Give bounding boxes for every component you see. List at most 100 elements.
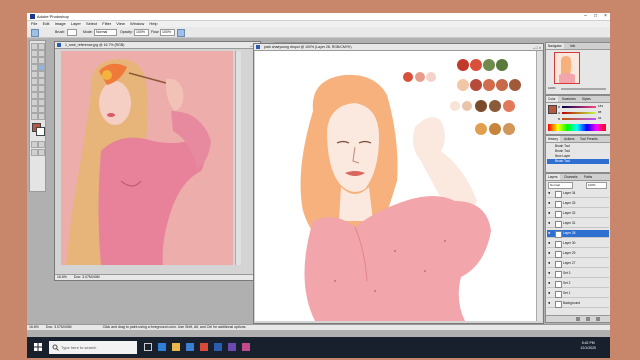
layer-row[interactable]: ● Layer 30 [547, 240, 609, 248]
quick-mask-on-icon[interactable] [38, 141, 45, 148]
channel-g-value[interactable]: 88 [598, 110, 601, 114]
eyedropper-tool-icon[interactable] [38, 106, 45, 113]
eraser-tool-icon[interactable] [31, 78, 38, 85]
chrome-icon[interactable] [200, 343, 208, 351]
mode-select[interactable]: Normal [94, 29, 117, 36]
opacity-field[interactable]: 100% [134, 29, 149, 36]
taskbar-search-box[interactable]: Type here to search [49, 341, 137, 354]
brush-tool-icon[interactable] [38, 64, 45, 71]
tab-styles[interactable]: Styles [580, 96, 593, 102]
tab-info[interactable]: Info [568, 43, 577, 49]
layer-row[interactable]: ● Layer 32 [547, 210, 609, 218]
photoshop-taskbar-icon[interactable] [214, 343, 222, 351]
app-taskbar-icon[interactable] [242, 343, 250, 351]
edge-browser-icon[interactable] [158, 343, 166, 351]
lasso-tool-icon[interactable] [31, 50, 38, 57]
blend-mode-select[interactable]: Normal [548, 182, 573, 189]
tab-layers[interactable]: Layers [546, 174, 560, 180]
trash-icon[interactable] [596, 317, 600, 321]
painting-doc-titlebar[interactable]: park chaeyoung drupol @ 100% (Layer 28, … [254, 44, 543, 51]
reference-document-window[interactable]: 1_rosé_reference.jpg @ 16.7% (RGB) – □ × [54, 41, 261, 281]
layer-row[interactable]: ● Layer 33 [547, 200, 609, 208]
zoom-tool-icon[interactable] [38, 113, 45, 120]
layer-row[interactable]: ● Set 2 [547, 280, 609, 288]
hand-tool-icon[interactable] [31, 113, 38, 120]
visibility-eye-icon[interactable]: ● [548, 211, 552, 215]
tab-color[interactable]: Color [546, 96, 558, 102]
marquee-tool-icon[interactable] [31, 43, 38, 50]
tab-navigator[interactable]: Navigator [546, 43, 564, 49]
visibility-eye-icon[interactable]: ● [548, 191, 552, 195]
navigator-zoom-slider[interactable] [561, 88, 606, 90]
visibility-eye-icon[interactable]: ● [548, 221, 552, 225]
layer-row[interactable]: ● Set 1 [547, 290, 609, 298]
full-screen-icon[interactable] [38, 149, 45, 156]
color-panel-foreground[interactable] [548, 105, 557, 114]
visibility-eye-icon[interactable]: ● [548, 251, 552, 255]
layer-row[interactable]: ● Layer 34 [547, 190, 609, 198]
move-tool-icon[interactable] [38, 43, 45, 50]
taskbar-clock[interactable]: 5:42 PM 12/1/2020 [580, 341, 596, 351]
slice-tool-icon[interactable] [38, 57, 45, 64]
tab-channels[interactable]: Channels [562, 174, 579, 180]
navigator-thumbnail[interactable] [554, 52, 580, 84]
layer-row[interactable]: ● Layer 27 [547, 260, 609, 268]
app-taskbar-icon[interactable] [228, 343, 236, 351]
visibility-eye-icon[interactable]: ● [548, 291, 552, 295]
healing-brush-icon[interactable] [31, 64, 38, 71]
file-explorer-icon[interactable] [172, 343, 180, 351]
tab-swatches[interactable]: Swatches [560, 96, 578, 102]
channel-r-slider[interactable] [562, 106, 596, 108]
pen-tool-icon[interactable] [31, 99, 38, 106]
type-tool-icon[interactable] [38, 92, 45, 99]
airbrush-icon[interactable] [177, 29, 185, 37]
history-brush-icon[interactable] [38, 71, 45, 78]
screen-mode-icon[interactable] [31, 149, 38, 156]
channel-b-slider[interactable] [562, 118, 596, 120]
layer-row[interactable]: ● Layer 31 [547, 220, 609, 228]
visibility-eye-icon[interactable]: ● [548, 261, 552, 265]
new-layer-icon[interactable] [586, 317, 590, 321]
visibility-eye-icon[interactable]: ● [548, 271, 552, 275]
quick-mask-off-icon[interactable] [31, 141, 38, 148]
visibility-eye-icon[interactable]: ● [548, 201, 552, 205]
clone-stamp-icon[interactable] [31, 71, 38, 78]
painting-document-window[interactable]: park chaeyoung drupol @ 100% (Layer 28, … [253, 43, 544, 324]
store-icon[interactable] [186, 343, 194, 351]
visibility-eye-icon[interactable]: ● [548, 241, 552, 245]
color-spectrum-bar[interactable] [548, 124, 606, 131]
visibility-eye-icon[interactable]: ● [548, 301, 552, 305]
close-button[interactable]: × [601, 13, 610, 20]
blur-tool-icon[interactable] [31, 85, 38, 92]
tab-actions[interactable]: Actions [562, 136, 576, 142]
reference-doc-titlebar[interactable]: 1_rosé_reference.jpg @ 16.7% (RGB) – □ × [55, 42, 260, 49]
visibility-eye-icon[interactable]: ● [548, 231, 552, 235]
shape-tool-icon[interactable] [38, 99, 45, 106]
windows-start-icon[interactable] [34, 343, 42, 351]
reference-vertical-scrollbar[interactable] [235, 51, 241, 265]
visibility-eye-icon[interactable]: ● [548, 281, 552, 285]
painting-canvas[interactable] [255, 51, 536, 321]
history-step-selected[interactable]: Brush Tool [547, 159, 609, 164]
channel-r-value[interactable]: 183 [598, 104, 603, 108]
channel-g-slider[interactable] [562, 112, 596, 114]
brush-preset-icon[interactable] [31, 29, 39, 37]
gradient-tool-icon[interactable] [38, 78, 45, 85]
layer-opacity-field[interactable]: 100% [586, 182, 607, 189]
tab-paths[interactable]: Paths [582, 174, 594, 180]
background-color-swatch[interactable] [36, 127, 45, 136]
path-selection-icon[interactable] [31, 92, 38, 99]
task-view-icon[interactable] [144, 343, 152, 351]
painting-vertical-scrollbar[interactable] [536, 51, 542, 321]
notes-tool-icon[interactable] [31, 106, 38, 113]
layer-row[interactable]: ● Set 3 [547, 270, 609, 278]
layer-row[interactable]: ● Background [547, 300, 609, 308]
tab-history[interactable]: History [546, 136, 560, 142]
maximize-button[interactable]: □ [591, 13, 600, 20]
magic-wand-icon[interactable] [38, 50, 45, 57]
layer-row[interactable]: ● Layer 29 [547, 250, 609, 258]
new-set-icon[interactable] [576, 317, 580, 321]
layer-row[interactable]: ● Layer 28 [547, 230, 609, 238]
brush-size-picker[interactable] [67, 29, 77, 36]
minimize-button[interactable]: – [581, 13, 590, 20]
